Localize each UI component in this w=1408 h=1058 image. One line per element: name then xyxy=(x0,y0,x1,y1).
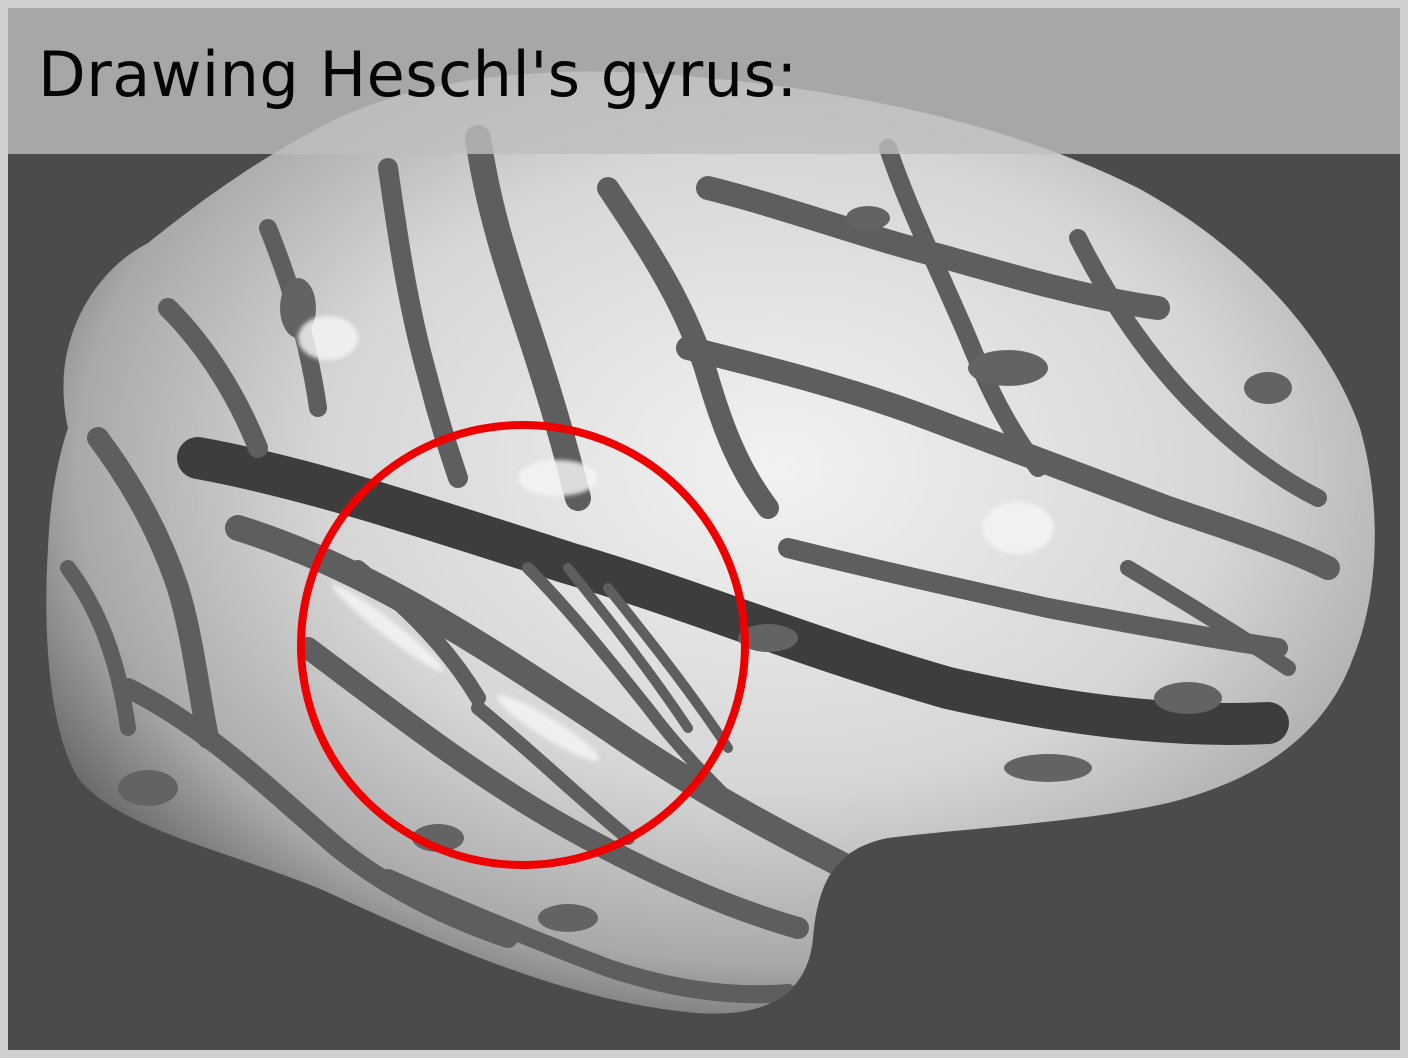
brain-surface-render xyxy=(46,71,1375,1014)
page-title: Drawing Heschl's gyrus: xyxy=(38,38,798,111)
brain-surface-viewport[interactable] xyxy=(8,8,1400,1050)
title-banner: Drawing Heschl's gyrus: xyxy=(8,8,1400,154)
screen-frame: Drawing Heschl's gyrus: xyxy=(0,0,1408,1058)
